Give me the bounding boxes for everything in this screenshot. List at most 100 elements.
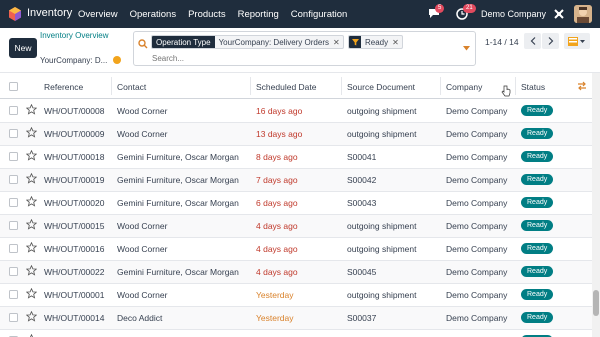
- row-checkbox[interactable]: [9, 152, 18, 161]
- star-icon[interactable]: [26, 150, 37, 161]
- star-icon[interactable]: [26, 219, 37, 230]
- table-row[interactable]: WH/OUT/00018 Gemini Furniture, Oscar Morg…: [0, 146, 592, 169]
- select-all-checkbox[interactable]: [9, 82, 18, 91]
- facet-value: YourCompany: Delivery Orders: [218, 37, 329, 47]
- star-icon[interactable]: [26, 311, 37, 322]
- cell-source-document: S00042: [347, 175, 377, 185]
- row-checkbox[interactable]: [9, 290, 18, 299]
- star-icon[interactable]: [26, 265, 37, 276]
- avatar-face-icon: [574, 5, 592, 23]
- row-checkbox[interactable]: [9, 106, 18, 115]
- cell-contact: Deco Addict: [117, 313, 163, 323]
- chat-count-badge: 5: [435, 4, 445, 13]
- column-separator[interactable]: [111, 77, 112, 95]
- row-checkbox[interactable]: [9, 175, 18, 184]
- table-scrollbar[interactable]: [592, 73, 600, 337]
- cell-scheduled-date: 16 days ago: [256, 106, 303, 116]
- status-badge: Ready: [521, 128, 554, 139]
- menu-reporting[interactable]: Reporting: [238, 9, 279, 20]
- star-icon[interactable]: [26, 196, 37, 207]
- column-header-status[interactable]: Status: [521, 82, 545, 92]
- row-checkbox[interactable]: [9, 267, 18, 276]
- star-icon[interactable]: [26, 173, 37, 184]
- star-icon[interactable]: [26, 288, 37, 299]
- cell-scheduled-date: Yesterday: [256, 290, 294, 300]
- debug-icon[interactable]: [552, 7, 566, 21]
- status-badge: Ready: [521, 220, 554, 231]
- cell-contact: Gemini Furniture, Oscar Morgan: [117, 198, 239, 208]
- user-avatar[interactable]: [574, 5, 592, 23]
- main-menu: Overview Operations Products Reporting C…: [72, 0, 353, 28]
- star-icon[interactable]: [26, 242, 37, 253]
- cell-company: Demo Company: [446, 221, 508, 231]
- menu-configuration[interactable]: Configuration: [291, 9, 348, 20]
- table-row[interactable]: WH/OUT/00019 Gemini Furniture, Oscar Morg…: [0, 169, 592, 192]
- column-separator[interactable]: [341, 77, 342, 95]
- menu-products[interactable]: Products: [188, 9, 226, 20]
- cell-source-document: S00045: [347, 267, 377, 277]
- column-header-source-document[interactable]: Source Document: [347, 82, 415, 92]
- cell-source-document: outgoing shipment: [347, 129, 417, 139]
- column-header-contact[interactable]: Contact: [117, 82, 146, 92]
- cell-source-document: outgoing shipment: [347, 106, 417, 116]
- scrollbar-thumb[interactable]: [593, 290, 599, 316]
- cell-contact: Gemini Furniture, Oscar Morgan: [117, 152, 239, 162]
- search-input[interactable]: [152, 52, 452, 64]
- table-row[interactable]: WH/OUT/00001 Wood Corner Yesterday outgoing…: [0, 284, 592, 307]
- pager-previous-button[interactable]: [524, 33, 541, 49]
- row-checkbox[interactable]: [9, 313, 18, 322]
- cell-scheduled-date: Yesterday: [256, 313, 294, 323]
- cell-source-document: outgoing shipment: [347, 244, 417, 254]
- pager-next-button[interactable]: [542, 33, 559, 49]
- column-header-scheduled-date[interactable]: Scheduled Date: [256, 82, 317, 92]
- table-row[interactable]: WH/OUT/00009 Wood Corner 13 days ago outgoi…: [0, 123, 592, 146]
- status-badge: Ready: [521, 312, 554, 323]
- star-icon[interactable]: [26, 127, 37, 138]
- company-switcher[interactable]: Demo Company: [481, 9, 546, 19]
- search-icon: [138, 39, 148, 49]
- row-checkbox[interactable]: [9, 198, 18, 207]
- row-checkbox[interactable]: [9, 129, 18, 138]
- close-icon[interactable]: ✕: [392, 38, 402, 47]
- table-row[interactable]: WH/OUT/00008 Wood Corner 16 days ago outgoi…: [0, 100, 592, 123]
- status-badge: Ready: [521, 105, 554, 116]
- cell-company: Demo Company: [446, 175, 508, 185]
- view-switcher-button[interactable]: [564, 33, 590, 49]
- cell-source-document: outgoing shipment: [347, 290, 417, 300]
- breadcrumb-parent[interactable]: Inventory Overview: [40, 31, 108, 40]
- close-icon[interactable]: ✕: [333, 38, 343, 47]
- table-row[interactable]: WH/OUT/00020 Gemini Furniture, Oscar Morg…: [0, 192, 592, 215]
- inventory-app-icon[interactable]: [8, 7, 22, 21]
- cell-contact: Wood Corner: [117, 244, 168, 254]
- search-bar[interactable]: Operation Type YourCompany: Delivery Ord…: [133, 31, 476, 66]
- table-row[interactable]: WH/OUT/00011Gemini Furniture, Oscar Morg…: [0, 330, 592, 337]
- menu-overview[interactable]: Overview: [78, 9, 118, 20]
- table-row[interactable]: WH/OUT/00016 Wood Corner 4 days ago outgoin…: [0, 238, 592, 261]
- cell-company: Demo Company: [446, 198, 508, 208]
- chevron-left-icon: [530, 37, 535, 45]
- column-header-reference[interactable]: Reference: [44, 82, 83, 92]
- table-row[interactable]: WH/OUT/00015 Wood Corner 4 days ago outgoin…: [0, 215, 592, 238]
- column-separator[interactable]: [250, 77, 251, 95]
- column-header-company[interactable]: Company: [446, 82, 482, 92]
- cell-reference: WH/OUT/00008: [44, 106, 105, 116]
- table-row[interactable]: WH/OUT/00014 Deco Addict Yesterday S00037 De…: [0, 307, 592, 330]
- optional-columns-icon[interactable]: [577, 81, 587, 91]
- star-icon[interactable]: [26, 104, 37, 115]
- breadcrumb-current: YourCompany: D...: [40, 56, 108, 65]
- pager-value[interactable]: 1-14 / 14: [485, 37, 519, 47]
- menu-operations[interactable]: Operations: [130, 9, 176, 20]
- column-separator[interactable]: [440, 77, 441, 95]
- search-options-toggle[interactable]: [459, 32, 473, 65]
- cell-scheduled-date: 13 days ago: [256, 129, 303, 139]
- app-name[interactable]: Inventory: [27, 7, 72, 19]
- table-row[interactable]: WH/OUT/00022 Gemini Furniture, Oscar Morg…: [0, 261, 592, 284]
- new-button[interactable]: New: [9, 38, 37, 58]
- cell-company: Demo Company: [446, 267, 508, 277]
- row-checkbox[interactable]: [9, 221, 18, 230]
- cell-contact: Wood Corner: [117, 221, 168, 231]
- row-checkbox[interactable]: [9, 244, 18, 253]
- filter-icon: [349, 36, 361, 48]
- cell-contact: Wood Corner: [117, 290, 168, 300]
- column-separator[interactable]: [515, 77, 516, 95]
